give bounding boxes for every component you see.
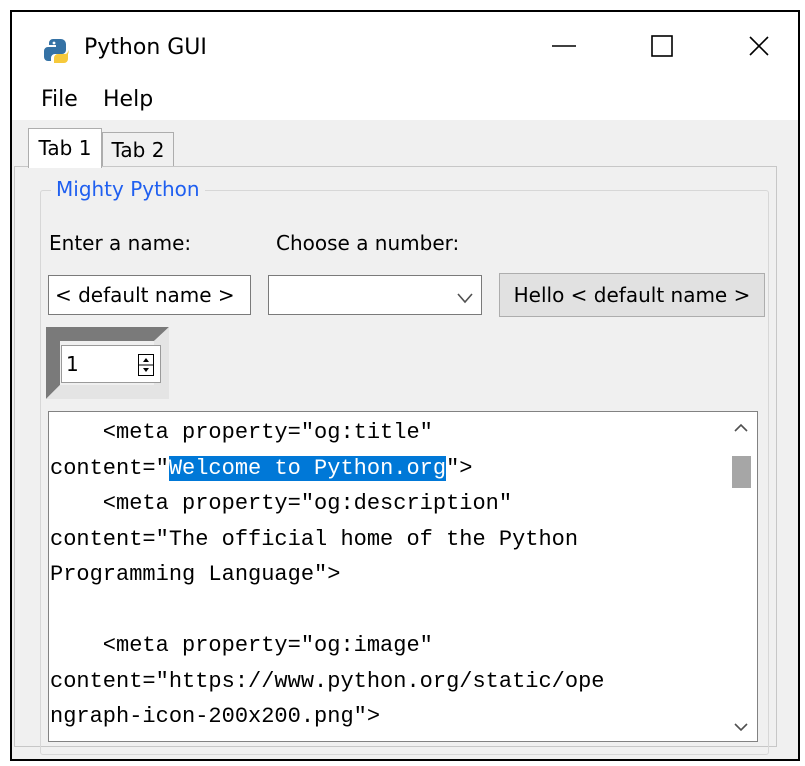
name-label: Enter a name: (49, 231, 192, 255)
scrolled-text-area[interactable]: <meta property="og:title" content="Welcom… (48, 411, 758, 742)
close-icon (748, 35, 770, 61)
app-window: Python GUI File Help Tab 1 Tab 2 Mighty … (10, 10, 800, 761)
text-line: ngraph-icon-200x200.png"> (50, 704, 381, 729)
text-line: content="https://www.python.org/static/o… (50, 668, 605, 694)
text-line: <meta property="og:title" (50, 420, 433, 445)
vertical-scrollbar[interactable] (725, 412, 757, 741)
text-line: <meta property="og:image" (50, 633, 433, 658)
chevron-down-icon[interactable] (457, 289, 473, 308)
number-combobox[interactable] (268, 275, 482, 315)
tab-1-panel: Mighty Python Enter a name: Choose a num… (14, 166, 777, 755)
minimize-icon (551, 33, 577, 63)
spinbox-arrows[interactable] (138, 354, 154, 376)
number-spinbox[interactable]: 1 (61, 345, 161, 383)
spin-down-icon (143, 368, 149, 372)
group-title: Mighty Python (51, 175, 205, 203)
scroll-up-button[interactable] (725, 412, 757, 442)
name-input[interactable]: < default name > (48, 275, 251, 315)
text-line: <meta property="og:image:secure_url" (50, 735, 730, 742)
text-line: content="Welcome to Python.org"> (50, 455, 473, 481)
text-line: content="The official home of the Python (50, 526, 579, 552)
chevron-up-icon (734, 418, 748, 437)
hello-button[interactable]: Hello < default name > (499, 273, 765, 317)
number-label: Choose a number: (276, 231, 460, 255)
minimize-button[interactable] (542, 26, 586, 70)
menu-bar: File Help (12, 80, 798, 120)
chevron-down-icon (734, 717, 748, 736)
notebook: Tab 1 Tab 2 Mighty Python Enter a name: … (12, 120, 798, 759)
mighty-python-group: Mighty Python Enter a name: Choose a num… (40, 175, 769, 755)
menu-help[interactable]: Help (101, 84, 155, 116)
text-line: Programming Language"> (50, 562, 341, 587)
text-line (50, 593, 730, 629)
python-icon (42, 37, 70, 65)
spinbox-frame: 1 (46, 327, 169, 399)
selected-text: Welcome to Python.org (168, 455, 447, 481)
menu-file[interactable]: File (39, 84, 80, 116)
window-title: Python GUI (84, 35, 207, 60)
maximize-icon (651, 35, 673, 61)
close-button[interactable] (737, 26, 781, 70)
maximize-button[interactable] (640, 26, 684, 70)
scroll-down-button[interactable] (725, 711, 757, 741)
scrollbar-thumb[interactable] (732, 456, 751, 488)
text-content[interactable]: <meta property="og:title" content="Welcom… (50, 415, 730, 742)
spin-up-icon (143, 358, 149, 362)
text-line: <meta property="og:description" (50, 491, 513, 516)
tab-1[interactable]: Tab 1 (28, 128, 102, 168)
spinbox-value: 1 (66, 352, 79, 376)
title-bar[interactable]: Python GUI (12, 12, 798, 80)
tab-2[interactable]: Tab 2 (102, 132, 174, 167)
